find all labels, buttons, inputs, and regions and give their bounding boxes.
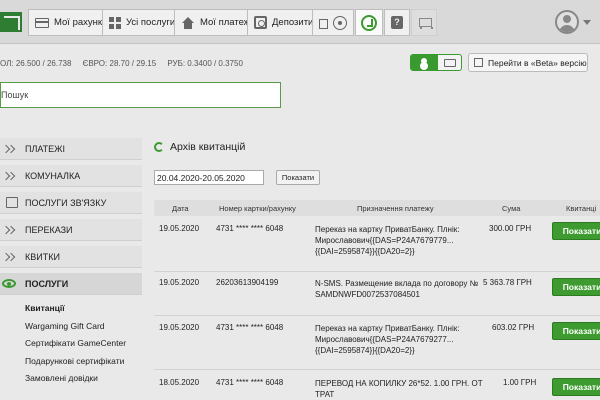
chevron-right-icon [6,171,16,181]
beta-version-label: Перейти в «Beta» версію [488,57,587,68]
sidebar-item-label: КВИТКИ [25,251,60,262]
tab-label: Мої рахунки [54,17,108,28]
chevron-right-icon [6,252,16,262]
row-purpose: N-SMS. Размещение вклада по договору № S… [315,279,479,299]
row-card: 4731 **** **** 6048 [216,323,284,332]
show-receipt-button[interactable]: Показати [552,278,600,296]
person-icon[interactable] [411,55,438,70]
chevron-right-icon [6,144,16,154]
row-amount: 603.02 ГРН [492,323,535,332]
sidebar-item-transfers[interactable]: ПЕРЕКАЗИ [0,219,142,241]
table-row: 19.05.2020 4731 **** **** 6048 Переказ н… [154,220,600,272]
help-icon: ? [391,16,403,29]
column-card: Номер картки/рахунку [219,204,296,213]
column-purpose: Призначення платежу [357,204,434,213]
sidebar-item-label: ПЕРЕКАЗИ [25,224,73,235]
row-card: 4731 **** **** 6048 [216,224,284,233]
briefcase-icon[interactable] [444,59,456,67]
table-row: 18.05.2020 4731 **** **** 6048 ПЕРЕВОД Н… [154,374,600,400]
row-date: 19.05.2020 [159,224,200,233]
grid-icon [109,16,121,29]
row-date: 18.05.2020 [159,378,200,387]
row-purpose: Переказ на картку ПриватБанку. Плнік: Ми… [315,324,460,355]
show-receipt-button[interactable]: Показати [552,378,600,396]
sidebar-subitem-ordered-statements[interactable]: Замовлені довідки [0,370,142,388]
tab-receipts-active[interactable] [355,9,383,36]
date-range-input[interactable] [154,170,264,185]
sidebar-item-label: КОМУНАЛКА [25,170,81,181]
ball-icon [333,15,347,30]
refresh-icon[interactable] [154,142,164,152]
beta-version-button[interactable]: Перейти в «Beta» версію [468,53,588,72]
row-card: 4731 **** **** 6048 [216,378,284,387]
eur-label: ЄВРО: [82,59,108,68]
row-purpose: ПЕРЕВОД НА КОПИЛКУ 26*52. 1.00 ГРН. ОТ Т… [315,379,483,399]
rub-rate: 0.3400 / 0.3750 [187,59,243,68]
row-purpose: Переказ на картку ПриватБанку. Плнік: Ми… [315,225,460,256]
sidebar-subitem-gift-certificates[interactable]: Подарункові сертифікати [0,353,142,371]
sidebar-item-utilities[interactable]: КОМУНАЛКА [0,165,142,187]
column-date: Дата [172,204,189,213]
house-icon [181,16,195,29]
card-icon [35,17,49,28]
row-amount: 1.00 ГРН [503,378,537,387]
sidebar-subitem-gamecenter[interactable]: Сертифікати GameCenter [0,335,142,353]
usd-rate: ОЛ: 26.500 / 26.738 [0,59,72,68]
view-mode-toggle[interactable] [410,54,462,71]
safe-icon [254,16,267,29]
row-date: 19.05.2020 [159,278,200,287]
sidebar: ПЛАТЕЖІ КОМУНАЛКА ПОСЛУГИ ЗВ'ЯЗКУ ПЕРЕКА… [0,138,142,388]
table-header: Дата Номер картки/рахунку Призначення пл… [154,200,600,216]
phone-icon [6,197,18,208]
sidebar-subitem-wargaming[interactable]: Wargaming Gift Card [0,318,142,336]
page-title-text: Архів квитанцій [170,141,246,153]
table-row: 19.05.2020 4731 **** **** 6048 Переказ н… [154,320,600,370]
tab-deposits[interactable]: Депозити [247,9,321,36]
sidebar-item-communication[interactable]: ПОСЛУГИ ЗВ'ЯЗКУ [0,192,142,214]
sidebar-item-label: ПОСЛУГИ ЗВ'ЯЗКУ [25,197,107,208]
receipt-check-icon [361,14,377,31]
sidebar-subitem-receipts[interactable]: Квитанції [0,300,142,318]
eye-icon [2,279,16,288]
rub-label: РУБ: [167,59,186,68]
tab-help[interactable]: ? [384,9,410,36]
search-input[interactable] [0,82,281,108]
tab-label: Усі послуги [126,17,176,28]
sidebar-item-label: ПЛАТЕЖІ [25,143,65,154]
sidebar-item-payments[interactable]: ПЛАТЕЖІ [0,138,142,160]
exchange-rates: ОЛ: 26.500 / 26.738 ЄВРО: 28.70 / 29.15 … [0,59,243,68]
sidebar-item-label: ПОСЛУГИ [25,278,69,289]
eur-rate: 28.70 / 29.15 [109,59,157,68]
chevron-right-icon [6,225,16,235]
row-amount: 300.00 ГРН [489,224,532,233]
show-receipt-button[interactable]: Показати [552,222,600,240]
row-amount: 5 363.78 ГРН [483,278,532,287]
external-link-icon [474,58,483,67]
column-amount: Сума [502,204,521,213]
row-date: 19.05.2020 [159,323,200,332]
show-range-button[interactable]: Показати [276,170,320,185]
tab-label: Депозити [272,17,314,28]
chevron-down-icon[interactable] [583,20,591,25]
table-row: 19.05.2020 26203613904199 N-SMS. Размеще… [154,276,600,316]
tab-cart[interactable] [411,9,437,36]
tab-label: Мої платежі [200,17,253,28]
sidebar-item-tickets[interactable]: КВИТКИ [0,246,142,268]
sidebar-item-services[interactable]: ПОСЛУГИ [0,273,142,295]
user-avatar[interactable] [555,10,579,34]
column-receipt: Квитанці [566,204,597,213]
show-receipt-button[interactable]: Показати [552,322,600,340]
cart-icon [417,17,433,29]
row-card: 26203613904199 [216,278,279,287]
bank-logo[interactable] [0,12,22,32]
page-title: Архів квитанцій [154,141,245,153]
tab-all-services[interactable]: Усі послуги [102,9,183,36]
tab-entertainment[interactable] [328,9,354,36]
top-navigation-bar: Мої рахунки Усі послуги Мої платежі Депо… [0,0,600,44]
